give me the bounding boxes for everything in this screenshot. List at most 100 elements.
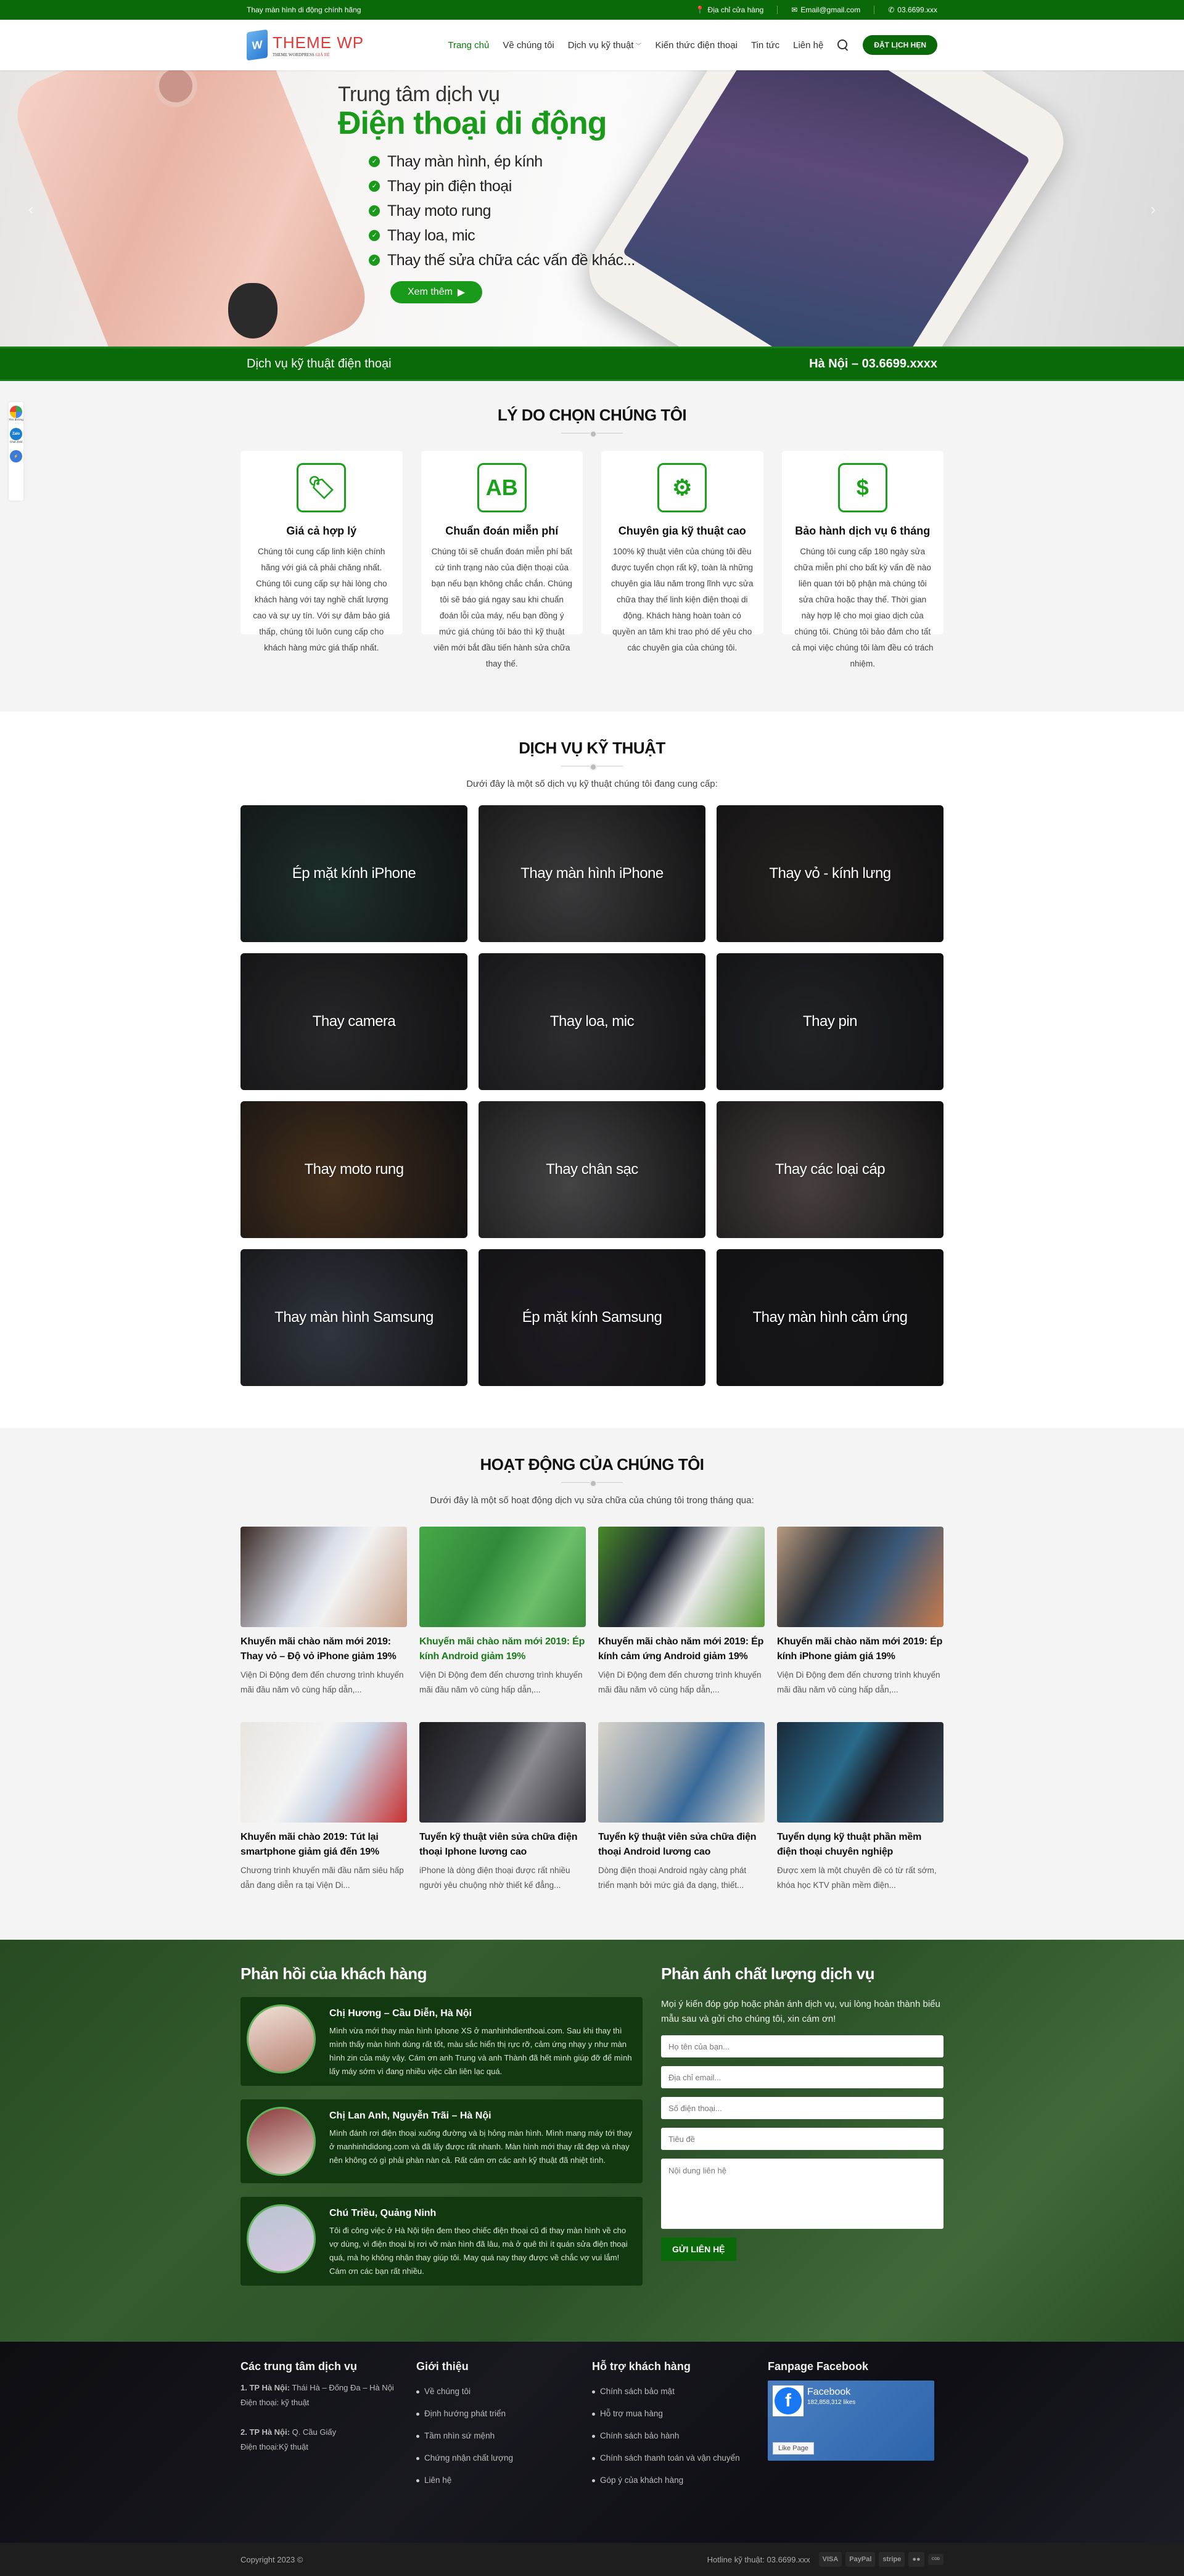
post-card[interactable]: Khuyến mãi chào năm mới 2019: Thay vỏ – … [240, 1527, 407, 1697]
post-thumbnail[interactable] [598, 1722, 765, 1823]
footer-heading: Fanpage Facebook [768, 2360, 869, 2373]
subject-input[interactable]: Tiêu đề [661, 2128, 944, 2150]
hero-list-item: ✓ Thay màn hình, ép kính [369, 149, 708, 174]
nav-news[interactable]: Tin tức [751, 40, 779, 51]
service-tile[interactable]: Thay các loại cáp [717, 1101, 944, 1238]
post-card[interactable]: Tuyển kỹ thuật viên sửa chữa điện thoại … [598, 1722, 765, 1893]
footer-link[interactable]: Về chúng tôi [416, 2381, 592, 2403]
paypal-icon: PayPal [845, 2552, 876, 2567]
check-circle-icon: ✓ [369, 155, 380, 167]
footer-link[interactable]: Tầm nhìn sứ mệnh [416, 2425, 592, 2447]
fb-likes-count: 182,858,312 likes [807, 2399, 856, 2406]
email-link[interactable]: ✉ Email@gmail.com [791, 6, 860, 14]
strip-hotline[interactable]: Hà Nội – 03.6699.xxxx [809, 357, 937, 371]
service-tile[interactable]: Ép mặt kính Samsung [479, 1249, 705, 1386]
name-input[interactable]: Họ tên của bạn... [661, 2035, 944, 2057]
email-input[interactable]: Địa chỉ email... [661, 2066, 944, 2088]
fb-page-name: Facebook [807, 2387, 851, 2397]
footer-heading: Các trung tâm dịch vụ [240, 2360, 358, 2373]
zalo-chat-button[interactable]: Zalo Chat Zalo [9, 428, 23, 444]
check-circle-icon: ✓ [369, 205, 380, 216]
nav-services[interactable]: Dịch vụ kỹ thuật ﹀ [568, 40, 642, 51]
service-tile[interactable]: Thay màn hình Samsung [240, 1249, 467, 1386]
post-card[interactable]: Tuyển kỹ thuật viên sửa chữa điện thoại … [419, 1722, 586, 1893]
nav-knowledge[interactable]: Kiến thức điện thoại [655, 40, 737, 51]
post-card[interactable]: Tuyển dụng kỹ thuật phần mềm điện thoại … [777, 1722, 944, 1893]
post-title[interactable]: Khuyến mãi chào năm mới 2019: Ép kính An… [419, 1635, 586, 1664]
service-tile[interactable]: Ép mặt kính iPhone [240, 805, 467, 942]
post-title[interactable]: Khuyến mãi chào năm mới 2019: Ép kính iP… [777, 1635, 944, 1664]
service-tile[interactable]: Thay loa, mic [479, 953, 705, 1090]
post-title[interactable]: Tuyển dụng kỹ thuật phần mềm điện thoại … [777, 1830, 944, 1860]
title-divider [561, 430, 623, 438]
reason-text: Chúng tôi sẽ chuẩn đoán miễn phí bất cứ … [431, 547, 572, 668]
mail-icon: ✉ [791, 6, 798, 14]
check-circle-icon: ✓ [369, 229, 380, 241]
footer-link[interactable]: Định hướng phát triển [416, 2403, 592, 2425]
phone-link[interactable]: ✆ 03.6699.xxx [888, 6, 937, 14]
section-title: DỊCH VỤ KỸ THUẬT [519, 739, 665, 757]
title-divider [561, 1479, 623, 1487]
post-title[interactable]: Khuyến mãi chào năm mới 2019: Ép kính cả… [598, 1635, 765, 1664]
fb-like-page-button[interactable]: Like Page [773, 2442, 814, 2455]
divider [777, 6, 778, 14]
post-thumbnail[interactable] [240, 1527, 407, 1627]
service-tile[interactable]: Thay moto rung [240, 1101, 467, 1238]
submit-button[interactable]: GỬI LIÊN HỆ [661, 2238, 736, 2261]
logo-title: THEME WP [273, 33, 364, 52]
service-tile[interactable]: Thay vỏ - kính lưng [717, 805, 944, 942]
chevron-down-icon: ﹀ [635, 43, 642, 50]
post-title[interactable]: Tuyển kỹ thuật viên sửa chữa điện thoại … [419, 1830, 586, 1860]
footer-link[interactable]: Liên hệ [416, 2469, 592, 2492]
footer-link[interactable]: Chính sách bảo hành [592, 2425, 768, 2447]
service-tile[interactable]: Thay chân sạc [479, 1101, 705, 1238]
post-thumbnail[interactable] [419, 1527, 586, 1627]
service-tile[interactable]: Thay màn hình cảm ứng [717, 1249, 944, 1386]
testimonials-title: Phản hồi của khách hàng [240, 1964, 427, 1983]
footer-link[interactable]: Chứng nhận chất lượng [416, 2447, 592, 2469]
post-card[interactable]: Khuyến mãi chào năm mới 2019: Ép kính cả… [598, 1527, 765, 1697]
post-thumbnail[interactable] [419, 1722, 586, 1823]
service-tile[interactable]: Thay camera [240, 953, 467, 1090]
store-address-link[interactable]: 📍 Địa chỉ cửa hàng [696, 6, 764, 14]
message-textarea[interactable]: Nội dung liên hệ [661, 2159, 944, 2229]
post-card[interactable]: Khuyến mãi chào 2019: Tút lại smartphone… [240, 1722, 407, 1893]
search-icon[interactable] [837, 39, 849, 51]
messenger-button[interactable]: ⚡ [9, 450, 23, 462]
book-appointment-button[interactable]: ĐẶT LỊCH HẸN [863, 35, 937, 55]
phone-input[interactable]: Số điện thoại... [661, 2097, 944, 2119]
section-subtitle: Dưới đây là một số dịch vụ kỹ thuật chún… [466, 779, 718, 789]
testimonial-card: Chị Hương – Cầu Diễn, Hà Nội Mình vừa mới… [240, 1997, 643, 2086]
site-logo[interactable]: W THEME WP THEME WORDPRESS GIÁ RẺ [247, 29, 413, 61]
footer-link[interactable]: Hỗ trợ mua hàng [592, 2403, 768, 2425]
nav-home[interactable]: Trang chủ [448, 40, 489, 51]
post-title[interactable]: Khuyến mãi chào 2019: Tút lại smartphone… [240, 1830, 407, 1860]
slider-prev-arrow[interactable]: ‹ [28, 200, 34, 219]
form-description: Mọi ý kiến đóp góp hoặc phản ánh dịch vụ… [661, 1999, 940, 2024]
footer-link[interactable]: Chính sách thanh toán và vận chuyển [592, 2447, 768, 2469]
google-maps-icon [10, 406, 22, 418]
post-thumbnail[interactable] [598, 1527, 765, 1627]
services-section: DỊCH VỤ KỸ THUẬT Dưới đây là một số dịch… [0, 712, 1184, 1428]
post-thumbnail[interactable] [240, 1722, 407, 1823]
post-title[interactable]: Tuyển kỹ thuật viên sửa chữa điện thoại … [598, 1830, 765, 1860]
post-title[interactable]: Khuyến mãi chào năm mới 2019: Thay vỏ – … [240, 1635, 407, 1664]
footer-link[interactable]: Chính sách bảo mật [592, 2381, 768, 2403]
footer-heading: Hỗ trợ khách hàng [592, 2360, 691, 2373]
nav-about[interactable]: Về chúng tôi [503, 40, 554, 51]
posts-grid: Khuyến mãi chào năm mới 2019: Thay vỏ – … [240, 1527, 944, 1893]
see-more-button[interactable]: Xem thêm ▶ [390, 281, 483, 303]
service-tile[interactable]: Thay pin [717, 953, 944, 1090]
post-thumbnail[interactable] [777, 1722, 944, 1823]
nav-contact[interactable]: Liên hệ [793, 40, 823, 51]
post-excerpt: Dòng điện thoại Android ngày càng phát t… [598, 1866, 747, 1890]
post-card[interactable]: Khuyến mãi chào năm mới 2019: Ép kính An… [419, 1527, 586, 1697]
post-thumbnail[interactable] [777, 1527, 944, 1627]
directions-button[interactable]: Tìm đường [9, 406, 23, 422]
service-label: Ép mặt kính Samsung [522, 1309, 662, 1326]
post-card[interactable]: Khuyến mãi chào năm mới 2019: Ép kính iP… [777, 1527, 944, 1697]
footer-link[interactable]: Góp ý của khách hàng [592, 2469, 768, 2492]
slider-next-arrow[interactable]: › [1150, 200, 1156, 219]
service-tile[interactable]: Thay màn hình iPhone [479, 805, 705, 942]
facebook-page-widget[interactable]: f Facebook 182,858,312 likes Like Page [768, 2381, 934, 2461]
